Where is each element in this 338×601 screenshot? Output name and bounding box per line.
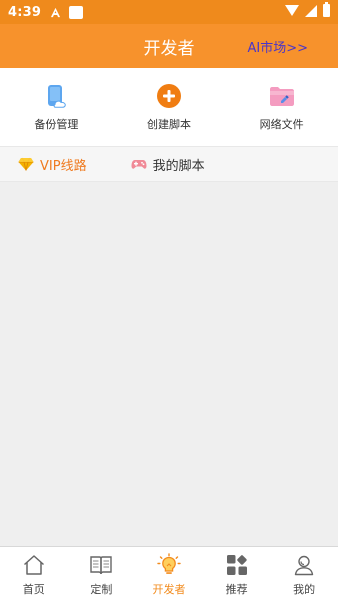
status-bar: 4:39 xyxy=(0,0,338,24)
page-title: 开发者 xyxy=(143,38,195,59)
signal-icon xyxy=(305,4,317,17)
home-icon xyxy=(23,555,44,575)
grid-icon xyxy=(226,555,247,575)
folder-edit-icon xyxy=(269,87,294,106)
phone-cloud-icon xyxy=(48,85,67,108)
quick-action-label: 创建脚本 xyxy=(147,118,191,131)
user-icon xyxy=(294,555,314,576)
tab-home[interactable]: 首页 xyxy=(0,547,68,601)
lightbulb-icon xyxy=(157,553,181,574)
ai-market-link[interactable]: AI市场>> xyxy=(247,37,308,56)
quick-actions: 备份管理 创建脚本 网络文件 xyxy=(0,68,338,146)
network-files-button[interactable]: 网络文件 xyxy=(225,68,338,146)
notification-a-icon xyxy=(51,7,61,17)
status-indicators xyxy=(285,2,330,17)
script-lines-bar: VIP线路 我的脚本 xyxy=(0,146,338,182)
my-scripts-label: 我的脚本 xyxy=(152,158,205,174)
tab-label: 开发者 xyxy=(152,583,186,596)
tab-label: 我的 xyxy=(293,583,316,596)
diamond-icon xyxy=(18,157,34,171)
bottom-tab-bar: 首页 定制 开发者 推荐 我的 xyxy=(0,546,338,601)
vip-line-label: VIP线路 xyxy=(40,158,87,174)
status-time: 4:39 xyxy=(8,4,42,20)
tab-developer[interactable]: 开发者 xyxy=(135,547,203,601)
add-circle-icon xyxy=(157,84,181,108)
battery-icon xyxy=(323,2,330,17)
vip-line-button[interactable]: VIP线路 xyxy=(18,155,87,174)
book-icon xyxy=(90,556,113,575)
tab-custom[interactable]: 定制 xyxy=(68,547,136,601)
tab-label: 首页 xyxy=(22,583,45,596)
create-script-button[interactable]: 创建脚本 xyxy=(113,68,226,146)
tab-label: 推荐 xyxy=(225,583,248,596)
quick-action-label: 网络文件 xyxy=(259,118,304,131)
tab-label: 定制 xyxy=(90,583,113,596)
notification-box-icon xyxy=(69,5,84,19)
tab-mine[interactable]: 我的 xyxy=(270,547,338,601)
my-scripts-button[interactable]: 我的脚本 xyxy=(131,155,205,174)
quick-action-label: 备份管理 xyxy=(34,118,79,131)
gamepad-icon xyxy=(131,160,147,169)
backup-manage-button[interactable]: 备份管理 xyxy=(0,68,113,146)
app-header: 开发者 AI市场>> xyxy=(0,24,338,68)
wifi-icon xyxy=(285,5,299,16)
tab-recommend[interactable]: 推荐 xyxy=(203,547,271,601)
